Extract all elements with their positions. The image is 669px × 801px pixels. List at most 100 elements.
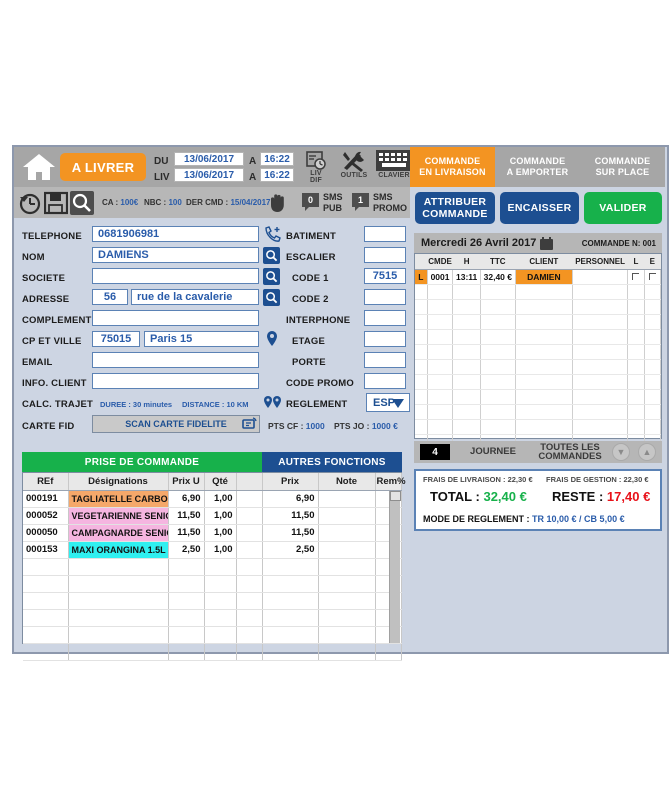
liv-dif-button[interactable]: LIV DIF	[302, 150, 330, 184]
left-panel: A LIVRER DU 13/06/2017 A 16:22 LIV 13/06…	[12, 145, 412, 661]
code2-input[interactable]	[364, 289, 406, 305]
telephone-input[interactable]: 0681906981	[92, 226, 259, 242]
order-row-empty[interactable]	[415, 284, 662, 300]
attribuer-commande-button[interactable]: ATTRIBUER COMMANDE	[415, 192, 495, 224]
cell-empty	[204, 575, 237, 593]
route-pins-icon[interactable]	[263, 395, 283, 412]
order-row-empty[interactable]	[415, 314, 662, 330]
table-row-empty[interactable]	[23, 626, 402, 644]
order-cell-empty	[644, 404, 662, 420]
adresse-search-icon[interactable]	[263, 289, 280, 306]
orders-navbar: 4 JOURNEE TOUTES LES COMMANDES ▼ ▲	[414, 441, 662, 463]
sms-pub-badge[interactable]: 0	[302, 193, 319, 211]
table-row[interactable]: 000191TAGLIATELLE CARBONARA6,901,006,90	[23, 490, 402, 508]
order-cell-empty	[452, 329, 481, 345]
phone-add-icon[interactable]	[264, 226, 282, 243]
table-row-empty[interactable]	[23, 558, 402, 576]
batiment-input[interactable]	[364, 226, 406, 242]
tab-autres-fonctions[interactable]: AUTRES FONCTIONS	[262, 452, 402, 472]
porte-input[interactable]	[364, 352, 406, 368]
map-pin-icon[interactable]	[264, 330, 280, 348]
checkbox-mark[interactable]	[648, 272, 656, 280]
du-time-field[interactable]: 16:22	[260, 152, 294, 166]
nom-label: NOM	[22, 252, 45, 263]
table-row-empty[interactable]	[23, 609, 402, 627]
items-scrollbar[interactable]	[389, 491, 401, 643]
reste-row: RESTE : 17,40 €	[552, 489, 650, 504]
hand-stop-icon[interactable]	[266, 191, 290, 215]
nom-input[interactable]: DAMIENS	[92, 247, 259, 263]
chevron-up-icon[interactable]: ▲	[638, 443, 656, 461]
carte-fid-label: CARTE FID	[22, 421, 75, 432]
cell-prix-u: 6,90	[168, 490, 205, 508]
clavier-button[interactable]: CLAVIER	[374, 150, 414, 179]
checkbox-mark[interactable]	[632, 272, 640, 280]
cell-ref: 000052	[23, 507, 69, 525]
nom-search-icon[interactable]	[263, 247, 280, 264]
liv-time-field[interactable]: 16:22	[260, 168, 294, 182]
interphone-input[interactable]	[364, 310, 406, 326]
clock-history-icon[interactable]	[18, 191, 42, 215]
adresse-number-input[interactable]: 56	[92, 289, 128, 305]
order-cell-empty	[480, 374, 516, 390]
du-date-field[interactable]: 13/06/2017	[174, 152, 244, 166]
ville-input[interactable]: Paris 15	[144, 331, 259, 347]
table-row-empty[interactable]	[23, 592, 402, 610]
table-row-empty[interactable]	[23, 643, 402, 661]
orders-col-5: PERSONNEL	[572, 254, 628, 270]
order-row-empty[interactable]	[415, 344, 662, 360]
cp-input[interactable]: 75015	[92, 331, 140, 347]
items-scrollbar-thumb[interactable]	[390, 491, 401, 501]
table-row[interactable]: 000050CAMPAGNARDE SENIOR11,501,0011,50	[23, 524, 402, 542]
toutes-les-commandes-button[interactable]: TOUTES LES COMMANDES	[532, 443, 608, 462]
etage-input[interactable]	[364, 331, 406, 347]
table-row[interactable]: 000052VEGETARIENNE SENIOR11,501,0011,50	[23, 507, 402, 525]
order-row-empty[interactable]	[415, 389, 662, 405]
code-promo-input[interactable]	[364, 373, 406, 389]
search-icon[interactable]	[70, 191, 94, 215]
tab-commande-en-livraison[interactable]: COMMANDE EN LIVRAISON	[410, 147, 495, 187]
order-row-empty[interactable]	[415, 419, 662, 435]
cell-blank	[236, 490, 263, 508]
tab-prise-de-commande[interactable]: PRISE DE COMMANDE	[22, 452, 262, 472]
escalier-input[interactable]	[364, 247, 406, 263]
order-row-empty[interactable]	[415, 329, 662, 345]
table-row[interactable]: 000153 MAXI ORANGINA 1.5L 2,50 1,00 2,50	[23, 541, 402, 559]
sms-promo-badge[interactable]: 1	[352, 193, 369, 211]
email-input[interactable]	[92, 352, 259, 368]
chevron-down-icon[interactable]: ▼	[612, 443, 630, 461]
journee-button[interactable]: JOURNEE	[458, 447, 528, 457]
calendar-icon[interactable]	[540, 236, 554, 250]
cell-empty	[262, 643, 319, 661]
reglement-select[interactable]: ESP	[366, 393, 410, 412]
order-row[interactable]: L 0001 13:11 32,40 € DAMIEN	[415, 269, 662, 285]
order-row-empty[interactable]	[415, 404, 662, 420]
liv-date-field[interactable]: 13/06/2017	[174, 168, 244, 182]
items-header-row: REf Désignations Prix U Qté Prix Note Rem%	[23, 473, 406, 491]
status-button[interactable]: A LIVRER	[60, 153, 146, 181]
adresse-street-input[interactable]: rue de la cavalerie	[131, 289, 259, 305]
order-row-empty[interactable]	[415, 359, 662, 375]
order-row-empty[interactable]	[415, 299, 662, 315]
outils-button[interactable]: OUTILS	[334, 150, 374, 179]
order-row-empty[interactable]	[415, 374, 662, 390]
encaisser-button[interactable]: ENCAISSER	[500, 192, 579, 224]
scan-carte-fidelite-button[interactable]: SCAN CARTE FIDELITE	[92, 415, 260, 433]
societe-search-icon[interactable]	[263, 268, 280, 285]
table-row-empty[interactable]	[23, 575, 402, 593]
order-cell-empty	[515, 299, 573, 315]
nbc-label: NBC :	[144, 198, 167, 207]
save-icon[interactable]	[44, 191, 68, 215]
tab-commande-sur-place[interactable]: COMMANDE SUR PLACE	[580, 147, 665, 187]
valider-button[interactable]: VALIDER	[584, 192, 662, 224]
complement-input[interactable]	[92, 310, 259, 326]
cell-empty	[168, 626, 205, 644]
code1-input[interactable]: 7515	[364, 268, 406, 284]
tab-commande-a-emporter[interactable]: COMMANDE A EMPORTER	[495, 147, 580, 187]
cell-note	[318, 507, 376, 525]
order-cell-empty	[427, 344, 454, 360]
info-client-input[interactable]	[92, 373, 259, 389]
order-cell-empty	[627, 314, 645, 330]
home-icon[interactable]	[22, 151, 56, 183]
societe-input[interactable]	[92, 268, 259, 284]
